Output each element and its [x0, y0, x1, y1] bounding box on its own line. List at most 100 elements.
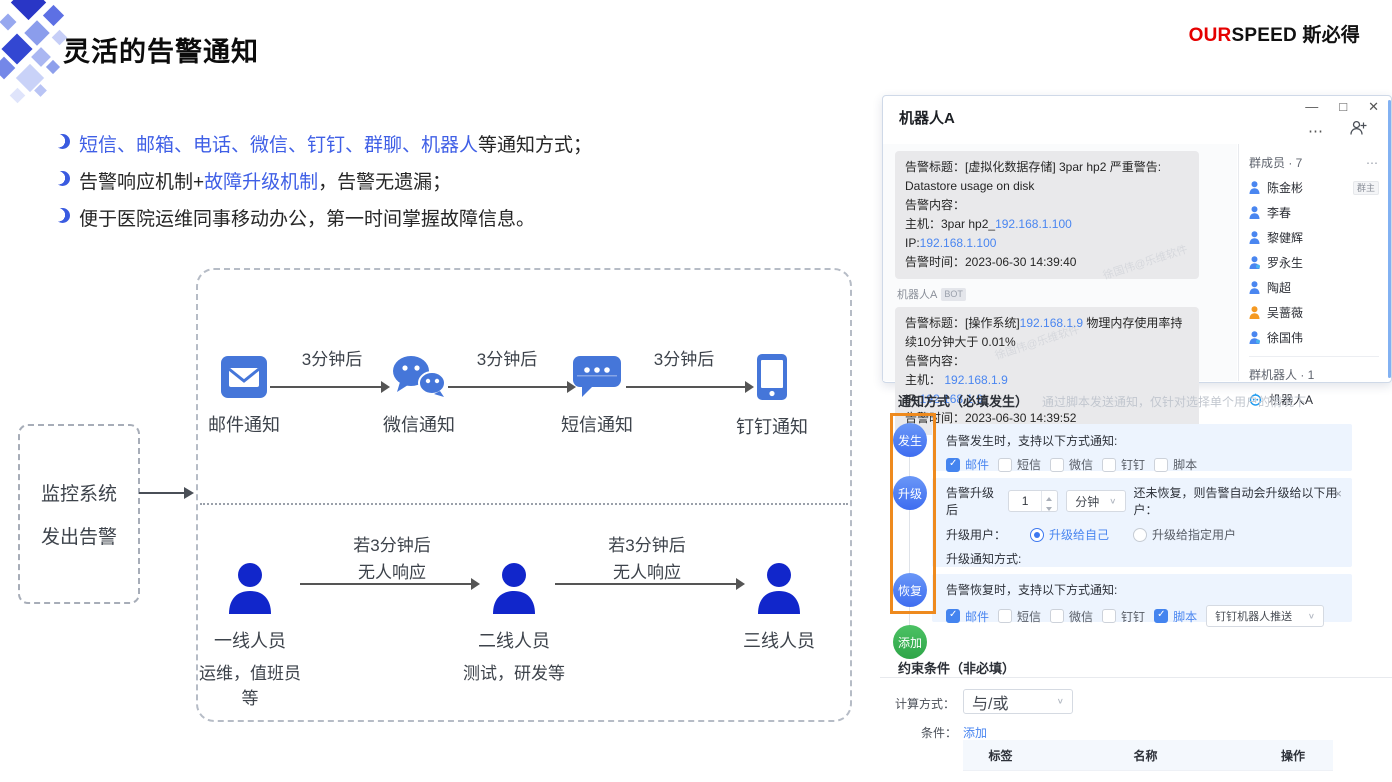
condition-label: 条件： — [905, 724, 957, 741]
escalate-label: 若3分钟后无人响应 — [342, 532, 442, 586]
constraint-divider — [880, 677, 1392, 678]
wechat-icon — [392, 354, 446, 403]
member-name: 罗永生 — [1267, 254, 1303, 271]
member-row[interactable]: 黎健辉 — [1249, 229, 1379, 246]
notify-settings-header: 通知方式（必填发生）通过脚本发送通知，仅针对选择单个用户的情况下 — [898, 391, 1306, 410]
checkbox-script[interactable]: 脚本 — [1154, 608, 1197, 625]
slide: OURSPEED 斯必得 灵活的告警通知 短信、邮箱、电话、微信、钉钉、群聊、机… — [0, 0, 1392, 782]
member-row[interactable]: 陶超 — [1249, 279, 1379, 296]
host-ip-link[interactable]: 192.168.1.9 — [944, 373, 1007, 387]
table-header-row: 标签 名称 操作 — [963, 740, 1333, 771]
upgrade-unit-select[interactable]: 分钟∨ — [1066, 490, 1125, 512]
checkbox-dingtalk[interactable]: 钉钉 — [1102, 456, 1145, 473]
host-ip-link[interactable]: 192.168.1.100 — [995, 217, 1072, 231]
alert-host-line: 主机：3par hp2_192.168.1.100 — [905, 215, 1189, 234]
window-controls: — □ ✕ — [1305, 99, 1379, 115]
member-person-icon — [1249, 306, 1260, 319]
delay-label: 3分钟后 — [467, 346, 547, 373]
member-row[interactable]: 徐国伟 — [1249, 329, 1379, 346]
close-icon[interactable]: ✕ — [1368, 99, 1379, 115]
number-stepper[interactable] — [1041, 491, 1057, 511]
flow-arrow — [626, 386, 752, 388]
upgrade-notify-label: 升级通知方式: — [946, 550, 1338, 567]
condition-add-link[interactable]: 添加 — [963, 724, 987, 741]
radio-upgrade-assign[interactable]: 升级给指定用户 — [1133, 526, 1236, 543]
member-row[interactable]: 陈金彬 群主 — [1249, 179, 1379, 196]
robots-header: 群机器人 · 1 — [1249, 366, 1379, 383]
alert-title: 告警标题：[虚拟化数据存储] 3par hp2 严重警告: Datastore … — [905, 158, 1189, 196]
table-header-tag: 标签 — [963, 740, 1038, 770]
radio-upgrade-self[interactable]: 升级给自己 — [1030, 526, 1109, 543]
member-row[interactable]: 吴蔷薇 — [1249, 304, 1379, 321]
member-name: 李春 — [1267, 204, 1291, 221]
chevron-down-icon: ∨ — [1057, 697, 1064, 706]
checkbox-dingtalk[interactable]: 钉钉 — [1102, 608, 1145, 625]
tier-label: 二线人员 — [459, 627, 569, 653]
checkbox-mail[interactable]: 邮件 — [946, 608, 989, 625]
owner-badge: 群主 — [1353, 181, 1379, 195]
upgrade-settings-row: × 告警升级后 1 分钟∨ 还未恢复，则告警自动会升级给以下用户： 升级用户： … — [932, 478, 1352, 567]
alert-ip-line: IP:192.168.1.100 — [905, 234, 1189, 253]
checkbox-icon — [998, 609, 1012, 623]
escalate-label: 若3分钟后无人响应 — [597, 532, 697, 586]
alert-content-label: 告警内容： — [905, 196, 1189, 215]
alert-message-2: 告警标题：[操作系统]192.168.1.9 物理内存使用率持续10分钟大于 0… — [895, 307, 1199, 435]
member-row[interactable]: 李春 — [1249, 204, 1379, 221]
checkbox-icon — [998, 458, 1012, 472]
company-logo: OURSPEED 斯必得 — [1189, 20, 1360, 47]
station-label: 短信通知 — [542, 411, 652, 437]
script-push-select[interactable]: 钉钉机器人推送∨ — [1206, 605, 1324, 627]
checkbox-mail[interactable]: 邮件 — [946, 456, 989, 473]
add-member-icon[interactable] — [1350, 120, 1367, 141]
member-name: 黎健辉 — [1267, 229, 1303, 246]
constraint-header: 约束条件（非必填） — [898, 658, 1015, 677]
checkbox-script[interactable]: 脚本 — [1154, 456, 1197, 473]
bot-sender-name: 机器人A — [897, 286, 937, 302]
table-header-name: 名称 — [1038, 740, 1253, 770]
member-name: 陶超 — [1267, 279, 1291, 296]
upgrade-delay-input[interactable]: 1 — [1008, 490, 1058, 512]
flow-arrow — [270, 386, 388, 388]
member-person-icon — [1249, 231, 1260, 244]
step-up-icon[interactable] — [1042, 491, 1057, 501]
ip-link[interactable]: 192.168.1.100 — [920, 236, 997, 250]
members-more-icon[interactable]: ⋯ — [1366, 156, 1379, 170]
station-dingtalk: 钉钉通知 — [717, 354, 827, 439]
alert-content-label: 告警内容： — [905, 352, 1189, 371]
bullet-text: 短信、邮箱、电话、微信、钉钉、群聊、机器人等通知方式； — [79, 130, 592, 157]
minimize-icon[interactable]: — — [1305, 99, 1318, 115]
bot-sender-line: 机器人A BOT — [897, 286, 1225, 302]
deco-diamond — [0, 14, 16, 31]
checkbox-sms[interactable]: 短信 — [998, 456, 1041, 473]
member-person-icon — [1249, 181, 1260, 194]
logo-cn: 斯必得 — [1297, 25, 1360, 46]
maximize-icon[interactable]: □ — [1339, 99, 1347, 115]
station-label: 微信通知 — [364, 411, 474, 437]
flowchart-container: 邮件通知 微信通知 短信通知 钉钉通知 3分钟后 3分钟后 3分钟后 — [196, 268, 852, 722]
deco-diamond — [10, 88, 26, 104]
flow-arrow — [448, 386, 574, 388]
bullet-text: 便于医院运维同事移动办公，第一时间掌握故障信息。 — [79, 204, 535, 231]
checkbox-wechat[interactable]: 微信 — [1050, 608, 1093, 625]
member-row[interactable]: 罗永生 — [1249, 254, 1379, 271]
tier-one-person: 一线人员 运维，值班员等 — [195, 562, 305, 709]
tier-three-person: 三线人员 — [724, 562, 834, 659]
bot-badge: BOT — [941, 288, 966, 301]
add-step-button[interactable]: 添加 — [893, 625, 927, 659]
checkbox-wechat[interactable]: 微信 — [1050, 456, 1093, 473]
monitor-source-box: 监控系统 发出告警 — [18, 424, 140, 604]
member-name: 吴蔷薇 — [1267, 304, 1303, 321]
checkbox-sms[interactable]: 短信 — [998, 608, 1041, 625]
source-arrow — [139, 492, 191, 494]
upgrade-condition-line: 告警升级后 1 分钟∨ 还未恢复，则告警自动会升级给以下用户： — [946, 484, 1338, 518]
more-icon[interactable]: ⋯ — [1308, 122, 1324, 140]
delay-label: 3分钟后 — [644, 346, 724, 373]
logo-speed: SPEED — [1231, 25, 1296, 46]
close-icon[interactable]: × — [1334, 487, 1342, 500]
members-header: 群成员 · 7 ⋯ — [1249, 154, 1379, 171]
radio-icon — [1133, 528, 1147, 542]
calc-method-select[interactable]: 与/或∨ — [963, 689, 1073, 714]
upgrade-user-line: 升级用户： 升级给自己 升级给指定用户 — [946, 526, 1338, 543]
step-down-icon[interactable] — [1042, 501, 1057, 511]
person-icon — [490, 562, 538, 619]
